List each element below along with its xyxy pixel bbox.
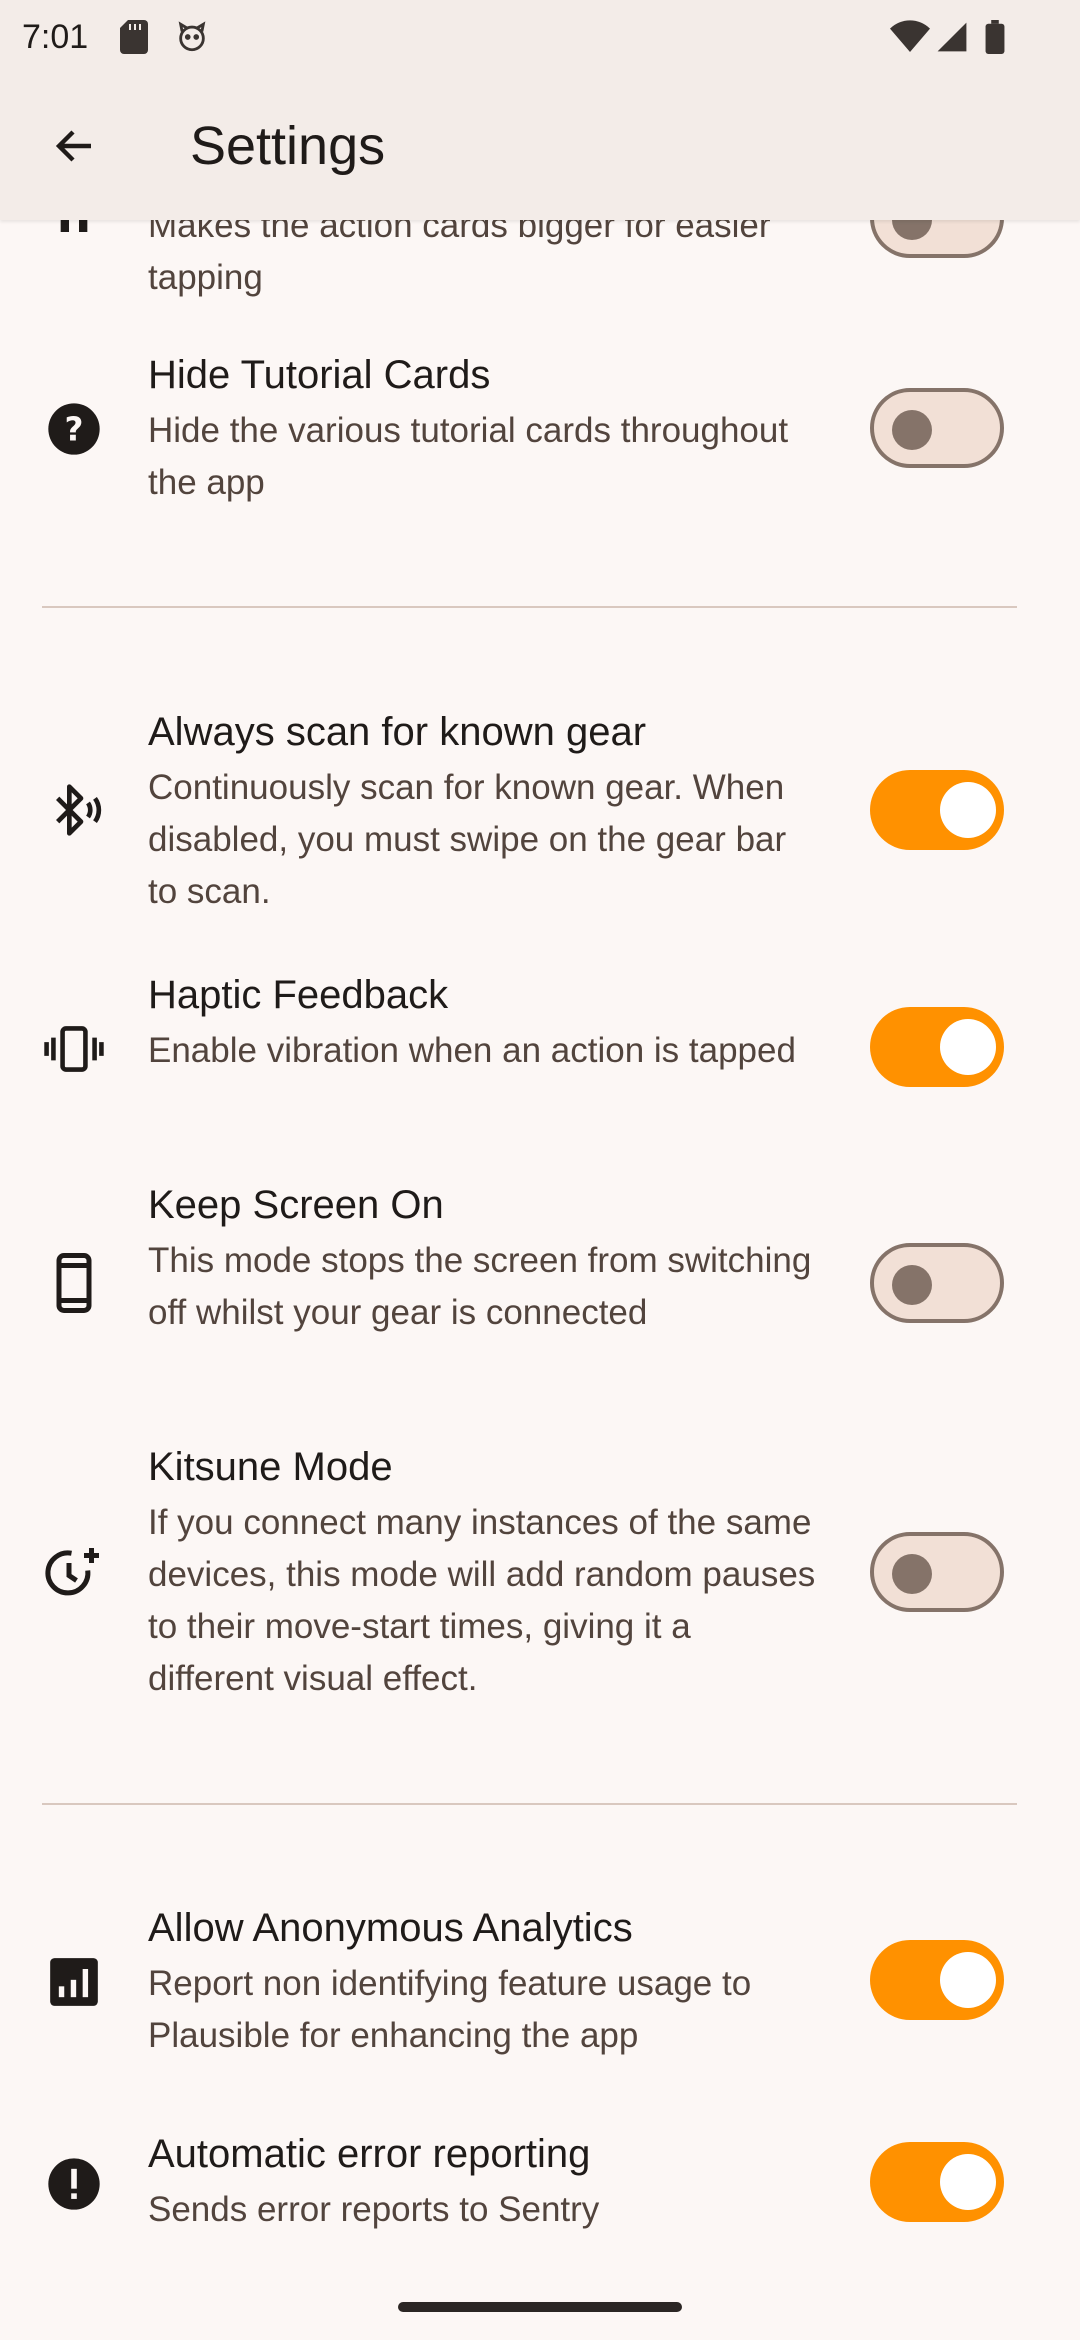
status-bar: 7:01 — [0, 0, 1080, 75]
setting-title: Hide Tutorial Cards — [148, 353, 491, 397]
phone-icon — [42, 1251, 106, 1315]
kitsune-mode-toggle[interactable] — [870, 1532, 1004, 1612]
setting-automatic-error-reporting[interactable]: Automatic error reporting Sends error re… — [0, 2124, 1080, 2244]
cell-signal-icon — [936, 20, 968, 59]
setting-title: Always scan for known gear — [148, 710, 647, 754]
setting-title: Keep Screen On — [148, 1183, 444, 1227]
setting-description: Report non identifying feature usage to … — [148, 1964, 752, 2055]
setting-description: Continuously scan for known gear. When d… — [148, 768, 787, 911]
hide-tutorial-cards-toggle[interactable] — [870, 388, 1004, 468]
help-circle-icon: ? — [42, 397, 106, 461]
wifi-icon — [890, 20, 930, 59]
always-scan-toggle[interactable] — [870, 770, 1004, 850]
analytics-icon — [42, 1950, 106, 2014]
vibration-icon — [42, 1017, 106, 1081]
setting-title: Kitsune Mode — [148, 1445, 393, 1489]
setting-anonymous-analytics[interactable]: Allow Anonymous Analytics Report non ide… — [0, 1898, 1080, 2058]
toggle-knob — [892, 410, 932, 450]
bluetooth-searching-icon — [42, 778, 106, 842]
setting-description: Sends error reports to Sentry — [148, 2190, 600, 2229]
setting-haptic-feedback[interactable]: Haptic Feedback Enable vibration when an… — [0, 965, 1080, 1125]
setting-title: Allow Anonymous Analytics — [148, 1906, 633, 1950]
cat-face-icon — [175, 20, 209, 59]
back-button[interactable] — [40, 111, 110, 181]
setting-keep-screen-on[interactable]: Keep Screen On This mode stops the scree… — [0, 1175, 1080, 1395]
setting-description: This mode stops the screen from switchin… — [148, 1241, 812, 1332]
anonymous-analytics-toggle[interactable] — [870, 1940, 1004, 2020]
settings-list: Makes the action cards bigger for easier… — [0, 0, 1080, 2340]
svg-text:?: ? — [65, 411, 84, 449]
setting-hide-tutorial-cards[interactable]: ? Hide Tutorial Cards Hide the various t… — [0, 345, 1080, 515]
toggle-knob — [892, 1265, 932, 1305]
battery-icon — [985, 20, 1005, 59]
arrow-back-icon — [55, 130, 91, 162]
automatic-error-reporting-toggle[interactable] — [870, 2142, 1004, 2222]
setting-title: Automatic error reporting — [148, 2132, 591, 2176]
toggle-knob — [940, 1019, 996, 1075]
status-time: 7:01 — [22, 18, 89, 56]
timer-add-icon — [42, 1541, 106, 1605]
setting-always-scan[interactable]: Always scan for known gear Continuously … — [0, 702, 1080, 922]
toggle-knob — [940, 782, 996, 838]
toggle-knob — [940, 2154, 996, 2210]
haptic-feedback-toggle[interactable] — [870, 1007, 1004, 1087]
setting-title: Haptic Feedback — [148, 973, 449, 1017]
setting-description: If you connect many instances of the sam… — [148, 1503, 816, 1698]
home-indicator[interactable] — [398, 2302, 682, 2312]
page-title: Settings — [190, 116, 386, 176]
app-bar: Settings — [0, 75, 1080, 220]
toggle-knob — [892, 1554, 932, 1594]
keep-screen-on-toggle[interactable] — [870, 1243, 1004, 1323]
section-divider — [42, 1803, 1017, 1805]
sd-card-icon — [120, 20, 148, 59]
setting-description: Hide the various tutorial cards througho… — [148, 411, 789, 502]
setting-kitsune-mode[interactable]: Kitsune Mode If you connect many instanc… — [0, 1437, 1080, 1717]
setting-description: Enable vibration when an action is tappe… — [148, 1031, 796, 1070]
section-divider — [42, 606, 1017, 608]
toggle-knob — [940, 1952, 996, 2008]
error-icon — [42, 2152, 106, 2216]
